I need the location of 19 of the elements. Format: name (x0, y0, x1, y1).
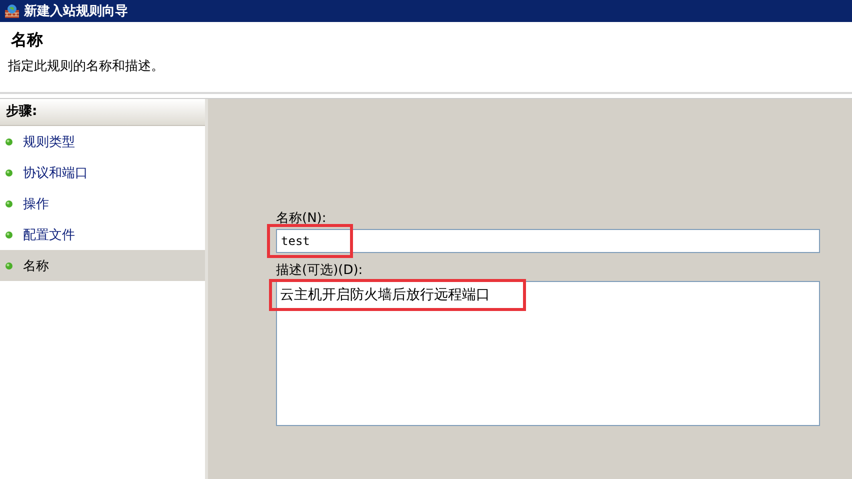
globe-wall-icon (4, 3, 20, 19)
step-item[interactable]: 配置文件 (0, 219, 205, 250)
page-description: 指定此规则的名称和描述。 (8, 58, 165, 75)
field-label: 描述(可选)(D): (276, 262, 364, 279)
steps-header: 步骤: (0, 99, 205, 126)
step-item[interactable]: 操作 (0, 188, 205, 219)
field-label: 名称(N): (276, 210, 328, 227)
page-heading: 名称 (11, 30, 44, 51)
step-item[interactable]: 名称 (0, 250, 205, 281)
name-field[interactable]: test (276, 229, 820, 253)
bullet-icon (5, 230, 13, 238)
step-item[interactable]: 规则类型 (0, 126, 205, 157)
bullet-icon (5, 138, 13, 146)
bullet-icon (5, 168, 13, 176)
window-title: 新建入站规则向导 (24, 2, 128, 20)
bullet-icon (5, 262, 13, 270)
step-item[interactable]: 协议和端口 (0, 157, 205, 188)
bullet-icon (5, 200, 13, 208)
description-field[interactable]: 云主机开启防火墙后放行远程端口 (276, 281, 820, 426)
